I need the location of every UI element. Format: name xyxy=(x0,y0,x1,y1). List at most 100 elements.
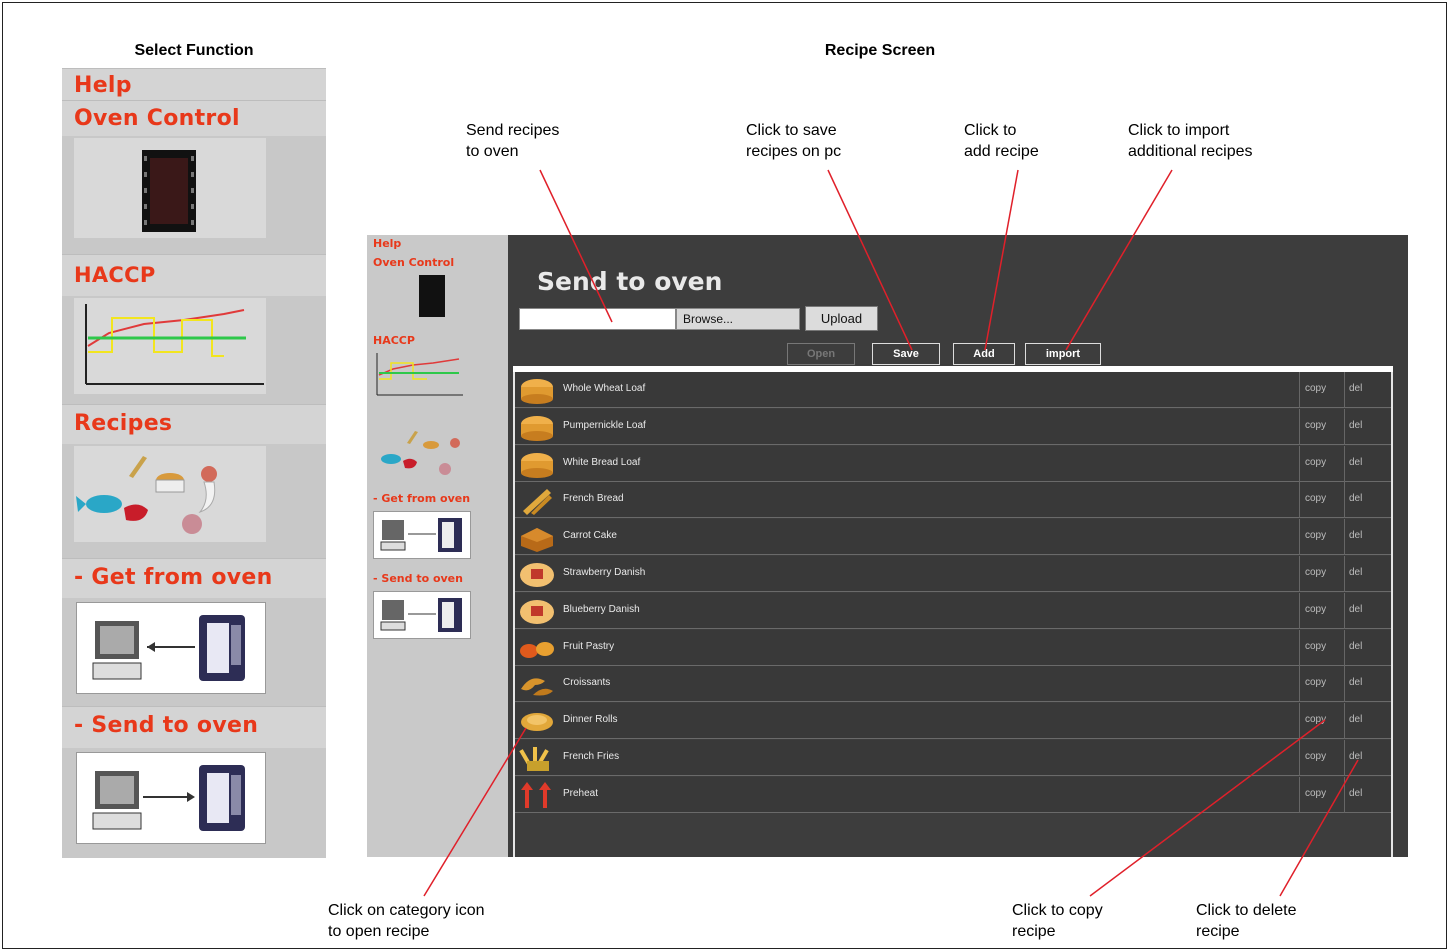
send-to-oven-tile[interactable] xyxy=(76,752,266,844)
delete-link[interactable]: del xyxy=(1349,530,1362,541)
recipe-name: French Fries xyxy=(563,751,620,762)
column-divider xyxy=(1344,666,1345,703)
get-from-oven-link[interactable]: - Get from oven xyxy=(74,565,273,590)
mini-recipes-icon[interactable] xyxy=(375,427,471,479)
delete-link[interactable]: del xyxy=(1349,604,1362,615)
help-link[interactable]: Help xyxy=(74,73,132,98)
column-divider xyxy=(1299,519,1300,556)
mini-oven-control-icon[interactable] xyxy=(419,275,445,317)
callout-import-text: Click to import additional recipes xyxy=(1128,122,1253,160)
mini-send-to-oven-icon[interactable] xyxy=(373,591,471,639)
bread-loaf-icon[interactable] xyxy=(517,449,557,479)
oven-control-tile[interactable] xyxy=(74,138,266,238)
delete-link[interactable]: del xyxy=(1349,641,1362,652)
oven-control-link[interactable]: Oven Control xyxy=(74,106,240,131)
recipes-tile[interactable] xyxy=(74,446,266,542)
danish-icon[interactable] xyxy=(517,559,557,589)
roll-icon[interactable] xyxy=(517,706,557,736)
haccp-band[interactable]: HACCP xyxy=(62,254,326,296)
recipe-name: White Bread Loaf xyxy=(563,456,641,468)
delete-link[interactable]: del xyxy=(1349,457,1362,468)
help-band[interactable]: Help xyxy=(62,68,326,100)
send-to-oven-band[interactable]: - Send to oven xyxy=(62,706,326,748)
column-divider xyxy=(1299,776,1300,813)
save-button[interactable]: Save xyxy=(872,343,940,365)
add-button[interactable]: Add xyxy=(953,343,1015,365)
callout-open-text: Click on category icon to open recipe xyxy=(328,902,485,940)
column-divider xyxy=(1299,556,1300,592)
mini-get-from-oven-icon[interactable] xyxy=(373,511,471,559)
copy-link[interactable]: copy xyxy=(1305,567,1326,578)
copy-link[interactable]: copy xyxy=(1305,493,1326,504)
mini-haccp-link[interactable]: HACCP xyxy=(373,335,415,347)
copy-link[interactable]: copy xyxy=(1305,457,1326,468)
recipe-name: Blueberry Danish xyxy=(563,603,640,615)
haccp-tile[interactable] xyxy=(74,298,266,394)
recipe-name: Preheat xyxy=(563,787,599,799)
delete-link[interactable]: del xyxy=(1349,677,1362,688)
copy-link[interactable]: copy xyxy=(1305,530,1326,541)
delete-link[interactable]: del xyxy=(1349,420,1362,431)
mini-help-link[interactable]: Help xyxy=(373,238,401,250)
get-from-oven-band[interactable]: - Get from oven xyxy=(62,558,326,598)
column-divider xyxy=(1299,445,1300,482)
delete-link[interactable]: del xyxy=(1349,383,1362,394)
recipe-name: Pumpernickle Loaf xyxy=(563,419,646,431)
send-to-oven-link[interactable]: - Send to oven xyxy=(74,713,258,738)
import-button[interactable]: import xyxy=(1025,343,1101,365)
danish-icon[interactable] xyxy=(517,596,557,626)
delete-link[interactable]: del xyxy=(1349,714,1362,725)
copy-link[interactable]: copy xyxy=(1305,641,1326,652)
copy-link[interactable]: copy xyxy=(1305,420,1326,431)
recipes-band[interactable]: Recipes xyxy=(62,404,326,444)
baguette-icon[interactable] xyxy=(517,485,557,516)
open-button[interactable]: Open xyxy=(787,343,855,365)
copy-link[interactable]: copy xyxy=(1305,714,1326,725)
recipe-row: White Bread Loaf copy del xyxy=(515,445,1391,482)
browse-button[interactable]: Browse... xyxy=(676,308,800,330)
delete-link[interactable]: del xyxy=(1349,493,1362,504)
recipe-row: Dinner Rolls copy del xyxy=(515,703,1391,740)
pastry-icon[interactable] xyxy=(517,633,557,663)
recipes-link[interactable]: Recipes xyxy=(74,411,172,436)
fries-icon[interactable] xyxy=(517,743,557,773)
recipes-icon xyxy=(76,456,217,534)
preheat-icon[interactable] xyxy=(517,780,557,810)
upload-button[interactable]: Upload xyxy=(805,306,878,331)
cake-icon[interactable] xyxy=(517,522,557,553)
copy-link[interactable]: copy xyxy=(1305,383,1326,394)
copy-link[interactable]: copy xyxy=(1305,604,1326,615)
column-divider xyxy=(1344,556,1345,592)
recipe-row: Croissants copy del xyxy=(515,666,1391,703)
recipe-name: Dinner Rolls xyxy=(563,714,618,726)
file-path-field[interactable] xyxy=(519,308,676,330)
column-divider xyxy=(1344,408,1345,445)
bread-loaf-icon[interactable] xyxy=(517,412,557,442)
haccp-link[interactable]: HACCP xyxy=(74,263,156,287)
get-from-oven-tile[interactable] xyxy=(76,602,266,694)
delete-link[interactable]: del xyxy=(1349,567,1362,578)
copy-link[interactable]: copy xyxy=(1305,751,1326,762)
delete-link[interactable]: del xyxy=(1349,751,1362,762)
mini-oven-control-link[interactable]: Oven Control xyxy=(373,257,454,269)
column-divider xyxy=(1299,740,1300,776)
delete-link[interactable]: del xyxy=(1349,788,1362,799)
recipe-row: French Fries copy del xyxy=(515,740,1391,776)
croissant-icon[interactable] xyxy=(517,669,557,699)
oven-control-band[interactable]: Oven Control xyxy=(62,100,326,136)
column-divider xyxy=(1344,445,1345,482)
mini-haccp-icon[interactable] xyxy=(373,351,465,401)
callout-send-text: Send recipes to oven xyxy=(466,122,560,160)
recipe-row: Fruit Pastry copy del xyxy=(515,629,1391,666)
recipe-name: French Bread xyxy=(563,493,624,505)
recipe-name: Fruit Pastry xyxy=(563,640,615,652)
column-divider xyxy=(1299,408,1300,445)
page-title: Send to oven xyxy=(537,267,723,296)
bread-loaf-icon[interactable] xyxy=(517,375,557,405)
oven-control-icon xyxy=(142,150,196,232)
copy-link[interactable]: copy xyxy=(1305,677,1326,688)
mini-get-from-oven-link[interactable]: - Get from oven xyxy=(373,493,470,505)
copy-link[interactable]: copy xyxy=(1305,788,1326,799)
column-divider xyxy=(1299,592,1300,629)
mini-send-to-oven-link[interactable]: - Send to oven xyxy=(373,573,463,585)
